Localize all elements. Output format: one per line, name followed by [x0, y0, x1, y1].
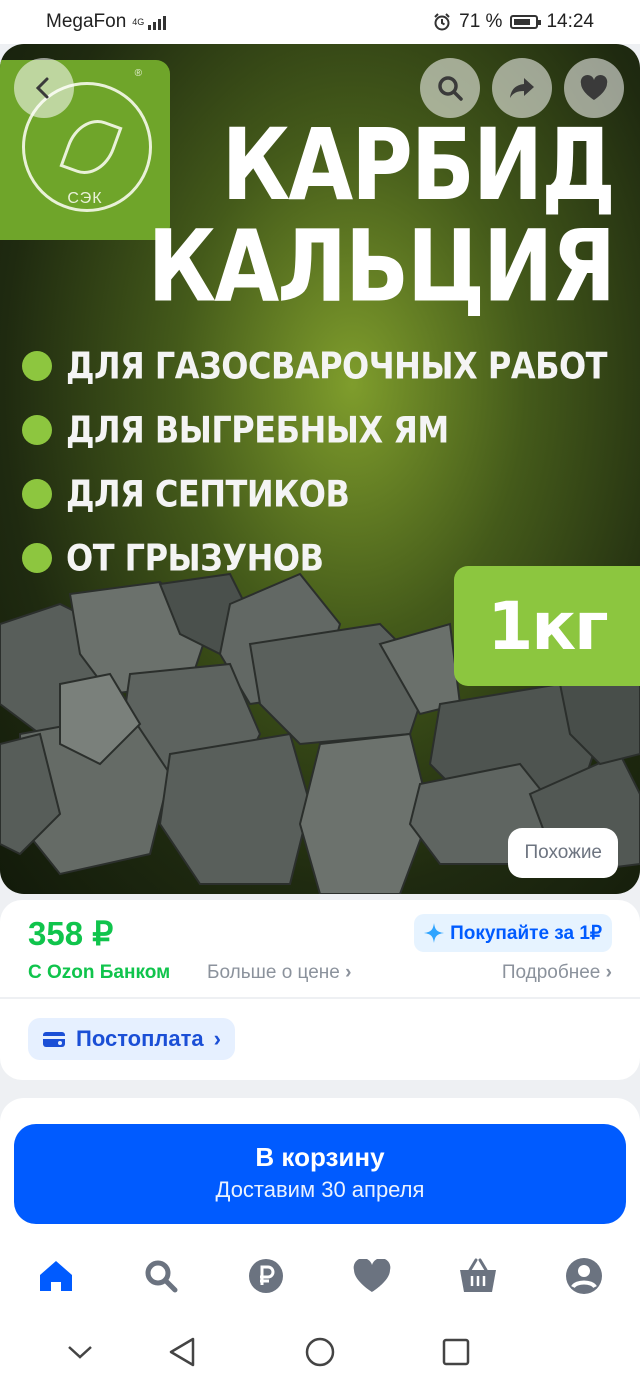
search-icon: [145, 1260, 178, 1293]
clock: 14:24: [546, 11, 594, 32]
weight-badge: 1кг: [454, 566, 640, 686]
triangle-back-icon: [169, 1337, 195, 1367]
nav-back-button[interactable]: [164, 1334, 200, 1370]
search-icon: [438, 76, 463, 101]
profile-icon: [566, 1258, 602, 1294]
chevron-down-icon: [68, 1346, 92, 1359]
chevron-left-icon: [35, 77, 49, 99]
postpay-label: Постоплата: [76, 1026, 204, 1051]
search-button[interactable]: [420, 58, 480, 118]
postpay-button[interactable]: Постоплата ›: [28, 1018, 235, 1060]
system-nav-bar: [0, 1312, 640, 1387]
delivery-date: Доставим 30 апреля: [215, 1177, 425, 1202]
heart-icon: [353, 1259, 391, 1292]
tab-finance[interactable]: [246, 1256, 286, 1296]
feature-list: ДЛЯ ГАЗОСВАРОЧНЫХ РАБОТ ДЛЯ ВЫГРЕБНЫХ ЯМ…: [22, 334, 608, 590]
basket-icon: [460, 1258, 496, 1292]
feature-item: ДЛЯ ГАЗОСВАРОЧНЫХ РАБОТ: [22, 334, 608, 398]
product-image[interactable]: СЭК ® КАРБИД КАЛЬЦИЯ ДЛЯ ГАЗОСВАРОЧНЫХ Р…: [0, 44, 640, 894]
signal-icon: [148, 14, 167, 30]
promo-label: Покупайте за 1₽: [450, 922, 602, 944]
share-button[interactable]: [492, 58, 552, 118]
price-card: 358 ₽ Покупайте за 1₽ С Ozon Банком Боль…: [0, 900, 640, 1080]
similar-button[interactable]: Похожие: [508, 828, 618, 878]
buy-for-1-ruble-badge[interactable]: Покупайте за 1₽: [414, 914, 612, 952]
divider: [0, 997, 640, 999]
product-price: 358 ₽: [28, 915, 114, 952]
add-to-cart-label: В корзину: [255, 1142, 385, 1172]
details-link[interactable]: Подробнее ›: [502, 962, 612, 984]
tab-profile[interactable]: [564, 1256, 604, 1296]
network-type: 4G: [132, 16, 145, 27]
chevron-right-icon: ›: [345, 962, 352, 983]
battery-percent: 71 %: [459, 11, 503, 32]
nav-recents-button[interactable]: [438, 1334, 474, 1370]
home-icon: [40, 1261, 72, 1291]
alarm-icon: [434, 13, 450, 31]
feature-item: ДЛЯ ВЫГРЕБНЫХ ЯМ: [22, 398, 607, 462]
add-to-cart-button[interactable]: В корзину Доставим 30 апреля: [14, 1124, 626, 1224]
feature-item: ДЛЯ СЕПТИКОВ: [22, 462, 607, 526]
status-bar: MegaFon 4G 71 % 14:24: [0, 0, 640, 44]
chevron-right-icon: ›: [605, 962, 612, 983]
tab-cart[interactable]: [458, 1256, 498, 1296]
square-recents-icon: [442, 1338, 470, 1366]
nav-home-button[interactable]: [302, 1334, 338, 1370]
nav-collapse-button[interactable]: [62, 1334, 98, 1370]
chevron-right-icon: ›: [213, 1026, 221, 1051]
circle-home-icon: [305, 1337, 335, 1367]
carrier-name: MegaFon: [46, 11, 127, 32]
title-line-1: КАРБИД: [221, 106, 616, 223]
sparkle-icon: [424, 923, 445, 943]
battery-icon: [510, 15, 542, 29]
tab-search[interactable]: [141, 1256, 181, 1296]
favorite-button[interactable]: [564, 58, 624, 118]
tab-home[interactable]: [36, 1256, 76, 1296]
ozon-bank-price-label: С Ozon Банком: [28, 962, 171, 983]
product-title-art: КАРБИД КАЛЬЦИЯ: [147, 106, 616, 325]
heart-icon: [580, 75, 608, 100]
wallet-icon: [43, 1032, 65, 1047]
brand-logo-text: СЭК: [67, 190, 103, 207]
back-button[interactable]: [14, 58, 74, 118]
share-icon: [510, 78, 534, 98]
title-line-2: КАЛЬЦИЯ: [147, 208, 616, 325]
tab-favorites[interactable]: [352, 1256, 392, 1296]
more-about-price-link[interactable]: Больше о цене ›: [207, 962, 351, 984]
bottom-tab-bar: [0, 1238, 640, 1312]
ruble-icon: [249, 1259, 283, 1293]
